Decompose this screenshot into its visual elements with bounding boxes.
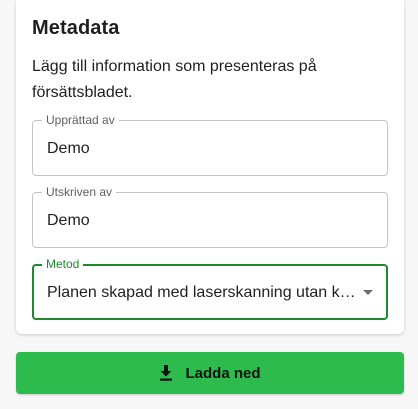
upprattad-av-field[interactable]: Upprättad av Demo: [32, 113, 388, 176]
chevron-down-icon[interactable]: [363, 290, 373, 295]
utskriven-av-field[interactable]: Utskriven av Demo: [32, 185, 388, 248]
download-button[interactable]: Ladda ned: [16, 352, 404, 394]
upprattad-av-value[interactable]: Demo: [47, 140, 90, 158]
metod-select[interactable]: Metod Planen skapad med laserskanning ut…: [32, 257, 388, 320]
metod-selected-value[interactable]: Planen skapad med laserskanning utan kon…: [47, 284, 357, 302]
metod-label: Metod: [42, 257, 84, 271]
card-description: Lägg till information som presenteras på…: [32, 58, 317, 101]
utskriven-av-label: Utskriven av: [42, 185, 117, 199]
card-title: Metadata: [32, 17, 120, 39]
utskriven-av-value[interactable]: Demo: [47, 212, 90, 230]
upprattad-av-label: Upprättad av: [42, 113, 119, 127]
download-button-label: Ladda ned: [185, 364, 261, 382]
download-icon: [160, 365, 173, 381]
metadata-card: Metadata Lägg till information som prese…: [16, 0, 404, 334]
